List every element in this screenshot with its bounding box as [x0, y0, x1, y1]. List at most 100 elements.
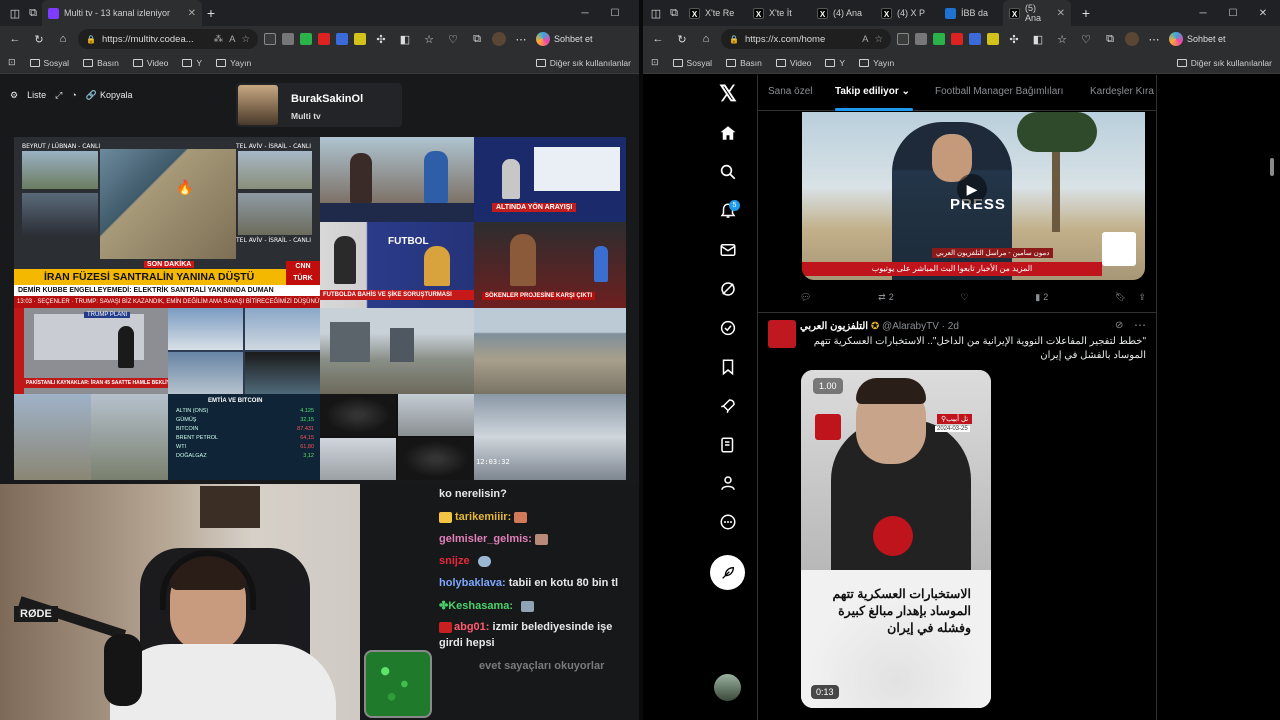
tab-for-you[interactable]: Sana özel	[768, 86, 812, 97]
bookmarks-icon[interactable]	[714, 353, 742, 381]
tab-x[interactable]: X X'te İt	[747, 0, 811, 26]
minimize-icon[interactable]: ─	[575, 8, 595, 19]
copy-button[interactable]: Kopyala	[100, 90, 133, 100]
tab-x[interactable]: X X'te Re	[683, 0, 747, 26]
feed-city-2[interactable]	[474, 308, 626, 394]
workspaces-icon[interactable]: ⧉	[665, 4, 683, 22]
play-button-icon[interactable]: ▶	[957, 174, 987, 204]
home-icon[interactable]: ⌂	[697, 30, 715, 48]
home-icon[interactable]	[714, 119, 742, 147]
timer-icon[interactable]: ◔	[71, 90, 76, 100]
reload-icon[interactable]: ↻	[673, 30, 691, 48]
playback-speed-badge[interactable]: 1.00	[813, 378, 843, 394]
extension-icon[interactable]	[987, 33, 999, 45]
feed-trump-plan[interactable]: TRUMP PLANI PAKİSTANLI KAYNAKLAR: İRAN 4…	[14, 308, 168, 394]
bookmark-folder[interactable]: Y	[182, 58, 202, 68]
tab-multitv[interactable]: Multi tv - 13 kanal izleniyor ✕	[42, 0, 202, 26]
favorites-icon[interactable]: ☆	[420, 30, 438, 48]
settings-gear-icon[interactable]: ⚙	[10, 90, 18, 101]
heart-icon[interactable]: ♡	[444, 30, 462, 48]
tab-list-football-manager[interactable]: Football Manager Bağımlıları	[935, 86, 1063, 97]
new-tab-icon[interactable]: +	[202, 4, 220, 22]
split-screen-icon[interactable]: ◧	[1029, 30, 1047, 48]
messages-mail-icon[interactable]	[714, 236, 742, 264]
back-icon[interactable]: ←	[649, 30, 667, 48]
user-avatar-icon[interactable]	[492, 32, 506, 46]
extensions-puzzle-icon[interactable]: ✣	[1005, 30, 1023, 48]
reload-icon[interactable]: ↻	[30, 30, 48, 48]
grok-icon[interactable]	[714, 275, 742, 303]
user-avatar-icon[interactable]	[1125, 32, 1139, 46]
extension-icon[interactable]	[951, 33, 963, 45]
extension-icon[interactable]	[336, 33, 348, 45]
profile-person-icon[interactable]	[714, 469, 742, 497]
like-button[interactable]: ♡	[960, 290, 968, 304]
tab-ibb[interactable]: İBB da	[939, 0, 1003, 26]
tab-x[interactable]: X (4) Ana	[811, 0, 875, 26]
author-handle[interactable]: @AlarabyTV	[882, 321, 939, 332]
extension-icon[interactable]	[354, 33, 366, 45]
bookmark-folder[interactable]: Yayın	[216, 58, 251, 68]
more-menu-icon[interactable]: ⋯	[1145, 30, 1163, 48]
extension-icon[interactable]	[915, 33, 927, 45]
verified-check-icon[interactable]	[714, 314, 742, 342]
bookmark-toggle-icon[interactable]: ⊡	[8, 57, 16, 68]
author-name[interactable]: التلفزيون العربي	[800, 321, 868, 332]
maximize-icon[interactable]: ☐	[595, 8, 635, 19]
maximize-icon[interactable]: ☐	[1218, 8, 1248, 19]
bookmark-folder[interactable]: Video	[775, 58, 811, 68]
other-bookmarks[interactable]: Diğer sık kullanılanlar	[1176, 58, 1272, 68]
copilot-chat-button[interactable]: Sohbet et	[1169, 32, 1226, 46]
profile-icon[interactable]: ◫	[647, 4, 665, 22]
feed-weather-sky[interactable]: 12:03:32	[474, 394, 626, 480]
extension-icon[interactable]	[969, 33, 981, 45]
feed-studio-1[interactable]	[320, 137, 474, 222]
reply-button[interactable]: 💬︎	[800, 290, 811, 304]
post-video-1[interactable]: PRESS ▶ دمون سامين - مراسل التلفزيون الع…	[802, 112, 1145, 280]
heart-icon[interactable]: ♡	[1077, 30, 1095, 48]
feed-city-1[interactable]	[320, 308, 474, 394]
bookmark-folder[interactable]: Y	[825, 58, 845, 68]
bookmark-folder[interactable]: Yayın	[859, 58, 894, 68]
explore-search-icon[interactable]	[714, 158, 742, 186]
bookmark-post-button[interactable]: 🔖︎ ⇪	[1115, 290, 1146, 304]
extension-icon[interactable]	[933, 33, 945, 45]
feed-reporter[interactable]: SÖKENLER PROJESİNE KARŞI ÇIKTI	[474, 222, 626, 308]
minimize-icon[interactable]: ─	[1188, 8, 1218, 19]
x-logo-icon[interactable]: 𝕏	[714, 80, 742, 108]
articles-icon[interactable]	[714, 431, 742, 459]
translate-icon[interactable]: ⁂	[214, 34, 224, 45]
favorite-star-icon[interactable]: ☆	[241, 34, 250, 45]
tab-list-kardesler[interactable]: Kardeşler Kıra	[1090, 86, 1156, 97]
feed-borsa[interactable]: EMTİA VE BITCOIN ALTIN (ONS) 4.125 GÜMÜŞ 3…	[168, 394, 320, 480]
tab-x-home[interactable]: X (5) Ana ✕	[1003, 0, 1071, 26]
rocket-icon[interactable]	[714, 392, 742, 420]
profile-icon[interactable]: ◫	[6, 4, 24, 22]
favorites-icon[interactable]: ☆	[1053, 30, 1071, 48]
link-icon[interactable]: 🔗	[86, 90, 97, 101]
back-icon[interactable]: ←	[6, 30, 24, 48]
workspaces-icon[interactable]: ⧉	[24, 4, 42, 22]
post-more-icon[interactable]: ⋯	[1134, 318, 1146, 332]
extension-icon[interactable]	[282, 33, 294, 45]
repost-button[interactable]: ⇄ 2	[878, 290, 894, 304]
address-bar[interactable]: 🔒 https://multitv.codea... ⁂ A ☆	[78, 29, 258, 49]
new-tab-icon[interactable]: +	[1077, 4, 1095, 22]
bookmark-toggle-icon[interactable]: ⊡	[651, 57, 659, 68]
compose-post-button[interactable]	[710, 555, 745, 590]
feed-markets[interactable]: ALTINDA YÖN ARAYIŞI	[474, 137, 626, 222]
more-menu-icon[interactable]: ⋯	[512, 30, 530, 48]
page-scrollbar[interactable]	[1270, 158, 1274, 176]
feed-sky-grid[interactable]	[168, 308, 320, 394]
close-window-icon[interactable]: ✕	[1248, 8, 1278, 19]
tab-following[interactable]: Takip ediliyor ⌄	[835, 86, 910, 97]
feed-city-3[interactable]	[14, 394, 168, 480]
other-bookmarks[interactable]: Diğer sık kullanılanlar	[535, 58, 631, 68]
close-tab-icon[interactable]: ✕	[188, 8, 196, 19]
post-time[interactable]: · 2d	[942, 321, 959, 332]
split-screen-icon[interactable]: ◧	[396, 30, 414, 48]
post-avatar[interactable]	[768, 320, 796, 348]
views-button[interactable]: ▮ 2	[1035, 290, 1048, 304]
account-avatar[interactable]	[714, 674, 741, 701]
collections-icon[interactable]: ⧉	[1101, 30, 1119, 48]
